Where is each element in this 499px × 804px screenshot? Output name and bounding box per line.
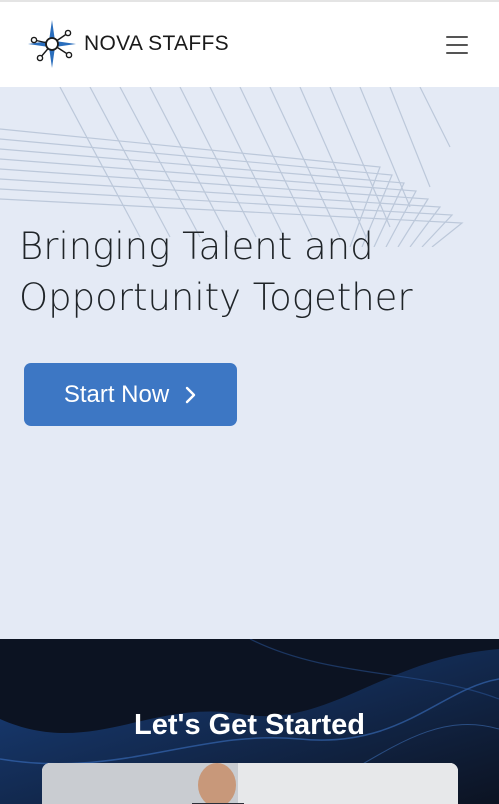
chevron-right-icon	[185, 386, 196, 403]
get-started-section: Let's Get Started	[0, 639, 499, 804]
page: NOVA STAFFS Bringing Talent and Opportun…	[0, 0, 499, 804]
hero-headline: Bringing Talent and Opportunity Together	[19, 225, 413, 319]
start-now-label: Start Now	[63, 380, 170, 408]
hamburger-menu-icon[interactable]	[440, 32, 474, 58]
brand-name[interactable]: NOVA STAFFS	[84, 32, 229, 56]
hero-section: Bringing Talent and Opportunity Together…	[0, 87, 499, 639]
compass-star-network-icon[interactable]	[26, 18, 78, 70]
site-header: NOVA STAFFS	[0, 2, 499, 87]
start-now-button[interactable]: Start Now	[24, 363, 237, 426]
people-photo	[42, 763, 458, 804]
get-started-title: Let's Get Started	[134, 709, 365, 741]
